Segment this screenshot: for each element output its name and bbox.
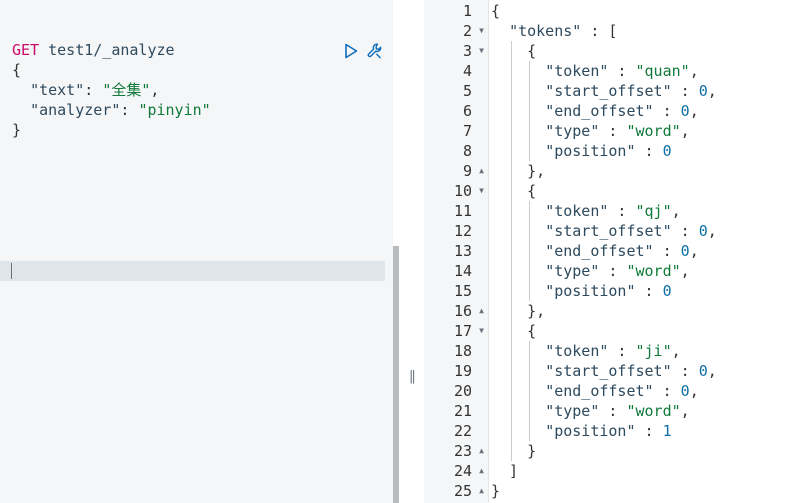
request-code[interactable]: GET test1/_analyze { "text": "全集", "anal… xyxy=(12,40,211,140)
indent-guide xyxy=(529,201,530,301)
line-number: 17 ▼ xyxy=(453,321,484,341)
response-line: "token" : "qj", xyxy=(545,202,681,220)
response-line: { xyxy=(491,42,537,60)
pane-resizer[interactable]: || xyxy=(399,0,424,503)
indent-guide xyxy=(511,41,512,461)
fold-expand-icon[interactable]: ▲ xyxy=(479,161,484,181)
line-number: 23 ▲ xyxy=(453,441,484,461)
request-editor[interactable]: GET test1/_analyze { "text": "全集", "anal… xyxy=(0,0,393,503)
text-cursor xyxy=(11,263,12,279)
line-number: 13 xyxy=(453,242,472,260)
fold-expand-icon[interactable]: ▲ xyxy=(479,481,484,501)
response-line: "type" : "word", xyxy=(545,402,690,420)
line-number: 8 xyxy=(462,142,472,160)
response-viewer[interactable]: 1 2 ▼ 3 ▼ 4 5 6 7 8 9 ▲ 10 ▼ 11 12 13 14 15 16 ▲ 17 ▼ 18 19 20 21 2… xyxy=(424,0,811,503)
response-line: }, xyxy=(491,302,546,320)
response-line: "tokens" : [ xyxy=(509,22,618,40)
fold-expand-icon[interactable]: ▲ xyxy=(479,461,484,481)
line-number: 2 ▼ xyxy=(462,21,484,41)
response-line: "type" : "word", xyxy=(545,122,690,140)
analyzer-value: "pinyin" xyxy=(138,101,211,119)
response-line: "token" : "ji", xyxy=(545,342,681,360)
response-line: "position" : 0 xyxy=(545,142,672,160)
response-line: } xyxy=(491,482,501,500)
line-number: 16 ▲ xyxy=(453,301,484,321)
response-line: "position" : 1 xyxy=(545,422,672,440)
response-line: "start_offset" : 0, xyxy=(545,362,717,380)
line-number: 20 xyxy=(453,382,472,400)
response-line: { xyxy=(491,322,537,340)
line-number-gutter: 1 2 ▼ 3 ▼ 4 5 6 7 8 9 ▲ 10 ▼ 11 12 13 14 15 16 ▲ 17 ▼ 18 19 20 21 2… xyxy=(424,0,489,503)
line-number: 15 xyxy=(453,282,472,300)
response-line: } xyxy=(491,442,537,460)
fold-collapse-icon[interactable]: ▼ xyxy=(479,321,484,341)
fold-collapse-icon[interactable]: ▼ xyxy=(479,181,484,201)
indent-guide xyxy=(529,61,530,161)
response-line: "start_offset" : 0, xyxy=(545,82,717,100)
response-line: { xyxy=(491,2,501,20)
line-number: 18 xyxy=(453,342,472,360)
body-open-brace: { xyxy=(12,61,22,79)
line-number: 7 xyxy=(462,122,472,140)
response-line: "end_offset" : 0, xyxy=(545,102,699,120)
response-line: "position" : 0 xyxy=(545,282,672,300)
http-method: GET xyxy=(12,41,40,59)
text-key: "text" xyxy=(30,81,85,99)
line-number: 21 xyxy=(453,402,472,420)
response-line: "start_offset" : 0, xyxy=(545,222,717,240)
line-number: 10 ▼ xyxy=(453,181,484,201)
text-value: "全集" xyxy=(102,81,151,99)
fold-expand-icon[interactable]: ▲ xyxy=(479,301,484,321)
line-number: 5 xyxy=(462,82,472,100)
fold-collapse-icon[interactable]: ▼ xyxy=(479,41,484,61)
line-number: 19 xyxy=(453,362,472,380)
request-line: GET test1/_analyze xyxy=(12,40,211,60)
play-icon[interactable] xyxy=(342,42,360,60)
analyzer-key: "analyzer" xyxy=(30,101,121,119)
line-number: 6 xyxy=(462,102,472,120)
line-number: 9 ▲ xyxy=(462,161,484,181)
request-actions xyxy=(342,42,384,60)
line-number: 22 xyxy=(453,422,472,440)
active-line-highlight xyxy=(0,261,385,281)
line-number: 25 ▲ xyxy=(453,481,484,501)
response-line: "end_offset" : 0, xyxy=(545,242,699,260)
line-number: 12 xyxy=(453,222,472,240)
fold-expand-icon[interactable]: ▲ xyxy=(479,441,484,461)
resizer-handle-icon[interactable]: || xyxy=(409,369,416,384)
body-text-line: "text": "全集", xyxy=(30,81,160,99)
wrench-icon[interactable] xyxy=(366,42,384,60)
response-line: }, xyxy=(491,162,546,180)
line-number: 11 xyxy=(453,202,472,220)
line-number: 14 xyxy=(453,262,472,280)
body-close-brace: } xyxy=(12,121,22,139)
body-analyzer-line: "analyzer": "pinyin" xyxy=(30,101,211,119)
line-number: 3 ▼ xyxy=(462,41,484,61)
indent-guide xyxy=(529,341,530,441)
fold-collapse-icon[interactable]: ▼ xyxy=(479,21,484,41)
line-number: 4 xyxy=(462,62,472,80)
line-number: 1 xyxy=(462,2,472,20)
line-number: 24 ▲ xyxy=(453,461,484,481)
response-line: { xyxy=(491,182,537,200)
response-line: ] xyxy=(491,462,519,480)
response-line: "end_offset" : 0, xyxy=(545,382,699,400)
response-line: "type" : "word", xyxy=(545,262,690,280)
response-line: "token" : "quan", xyxy=(545,62,699,80)
request-path: test1/_analyze xyxy=(48,41,175,59)
